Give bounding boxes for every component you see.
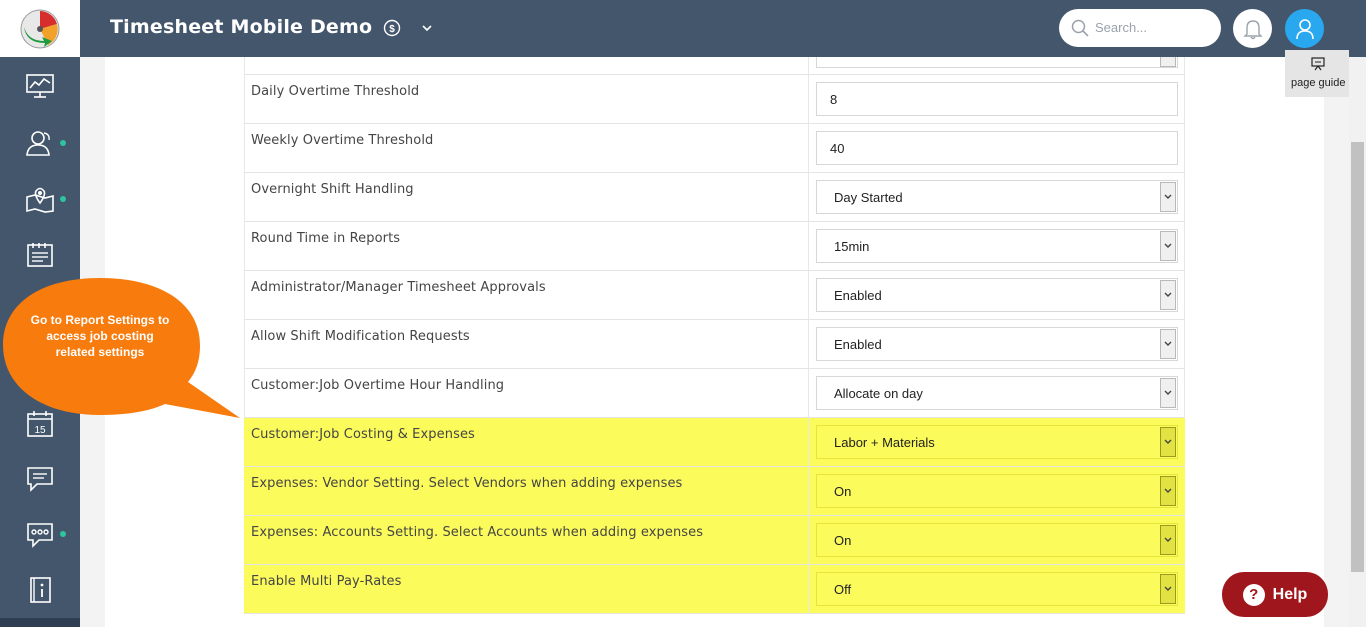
presentation-icon (1311, 57, 1325, 71)
setting-input[interactable]: 40 (816, 131, 1178, 165)
info-book-icon (30, 577, 51, 603)
setting-value: Day Started (834, 190, 903, 205)
more-notification-dot (60, 531, 66, 537)
messages-icon (27, 467, 53, 492)
chevron-down-icon (1164, 341, 1172, 346)
sidebar-item-dashboard[interactable] (20, 66, 60, 106)
app-title: Timesheet Mobile Demo (110, 16, 373, 38)
dropdown-button[interactable] (1160, 329, 1176, 359)
setting-value: Enabled (834, 288, 882, 303)
chevron-down-icon (1164, 537, 1172, 542)
user-icon (1295, 18, 1314, 39)
chevron-down-icon[interactable] (420, 21, 434, 35)
user-avatar-button[interactable] (1285, 9, 1324, 48)
more-chat-icon (27, 523, 53, 548)
chevron-down-icon (1164, 292, 1172, 297)
dropdown-button[interactable] (1160, 574, 1176, 604)
setting-label: Weekly Overtime Threshold (251, 133, 434, 148)
help-button[interactable]: ? Help (1222, 572, 1328, 617)
dropdown-button[interactable] (1160, 378, 1176, 408)
setting-input[interactable]: 8 (816, 82, 1178, 116)
setting-value: On (834, 533, 852, 548)
setting-value: Enabled (834, 337, 882, 352)
sidebar-item-users[interactable] (20, 123, 60, 163)
chevron-down-icon (1164, 194, 1172, 199)
notifications-button[interactable] (1233, 9, 1272, 48)
setting-value: Allocate on day (834, 386, 923, 401)
setting-value: 8 (830, 92, 838, 107)
sidebar-item-map[interactable] (20, 179, 60, 219)
chevron-down-icon (1164, 439, 1172, 444)
svg-text:$: $ (389, 24, 395, 35)
chevron-down-icon (1164, 488, 1172, 493)
chevron-down-icon (1164, 390, 1172, 395)
setting-value: 40 (830, 141, 845, 156)
chevron-down-icon (1164, 243, 1172, 248)
setting-select[interactable]: Day Started (816, 180, 1178, 214)
page-guide-button[interactable]: page guide (1285, 50, 1349, 97)
currency-icon[interactable]: $ (383, 19, 401, 37)
map-notification-dot (60, 196, 66, 202)
sidebar-item-info[interactable] (20, 570, 60, 610)
app-logo[interactable] (0, 0, 80, 57)
setting-label: Overnight Shift Handling (251, 182, 414, 197)
sidebar-footer (0, 618, 80, 627)
setting-select[interactable]: Enabled (816, 278, 1178, 312)
scrollbar-thumb[interactable] (1351, 142, 1364, 572)
callout-text: Go to Report Settings to access job cost… (30, 313, 170, 359)
search-icon (1071, 19, 1089, 37)
map-location-icon (26, 187, 54, 213)
setting-value: On (834, 484, 852, 499)
setting-select[interactable]: Labor + Materials (816, 425, 1178, 459)
setting-label: Administrator/Manager Timesheet Approval… (251, 280, 546, 295)
setting-label: Daily Overtime Threshold (251, 84, 420, 99)
setting-select[interactable]: Allocate on day (816, 376, 1178, 410)
search-box[interactable]: Search... (1059, 9, 1221, 47)
dropdown-button[interactable] (1160, 280, 1176, 310)
setting-label: Allow Shift Modification Requests (251, 329, 470, 344)
table-row-partial (244, 57, 1185, 75)
dropdown-button[interactable] (1160, 427, 1176, 457)
setting-value: Off (834, 582, 852, 597)
setting-label: Round Time in Reports (251, 231, 401, 246)
dropdown-button[interactable] (1160, 525, 1176, 555)
logo-icon (20, 9, 60, 48)
timesheet-icon (27, 243, 53, 267)
help-label: Help (1272, 585, 1308, 603)
search-input[interactable]: Search... (1095, 20, 1147, 35)
setting-label: Enable Multi Pay-Rates (251, 574, 402, 589)
dropdown-button[interactable] (1160, 231, 1176, 261)
users-notification-dot (60, 140, 66, 146)
setting-select[interactable]: On (816, 474, 1178, 508)
setting-select[interactable]: 15min (816, 229, 1178, 263)
setting-value: 15min (834, 239, 870, 254)
setting-value: Labor + Materials (834, 435, 935, 450)
top-header: Timesheet Mobile Demo $ Search... (80, 0, 1366, 57)
page-guide-label: page guide (1291, 77, 1346, 89)
dropdown-button[interactable] (1160, 182, 1176, 212)
setting-select[interactable]: Off (816, 572, 1178, 606)
dashboard-chart-icon (26, 74, 54, 98)
sidebar-item-timesheets[interactable] (20, 235, 60, 275)
dropdown-button[interactable] (1160, 476, 1176, 506)
users-icon (26, 131, 50, 156)
bell-icon (1242, 19, 1263, 39)
setting-label: Customer:Job Overtime Hour Handling (251, 378, 505, 393)
sidebar-item-messages[interactable] (20, 459, 60, 499)
setting-select[interactable]: Enabled (816, 327, 1178, 361)
chevron-down-icon (1164, 586, 1172, 591)
setting-label: Expenses: Accounts Setting. Select Accou… (251, 525, 704, 540)
setting-select[interactable]: On (816, 523, 1178, 557)
setting-label: Customer:Job Costing & Expenses (251, 427, 475, 442)
setting-label: Expenses: Vendor Setting. Select Vendors… (251, 476, 683, 491)
sidebar-item-more[interactable] (20, 514, 60, 554)
help-question-icon: ? (1242, 583, 1265, 606)
